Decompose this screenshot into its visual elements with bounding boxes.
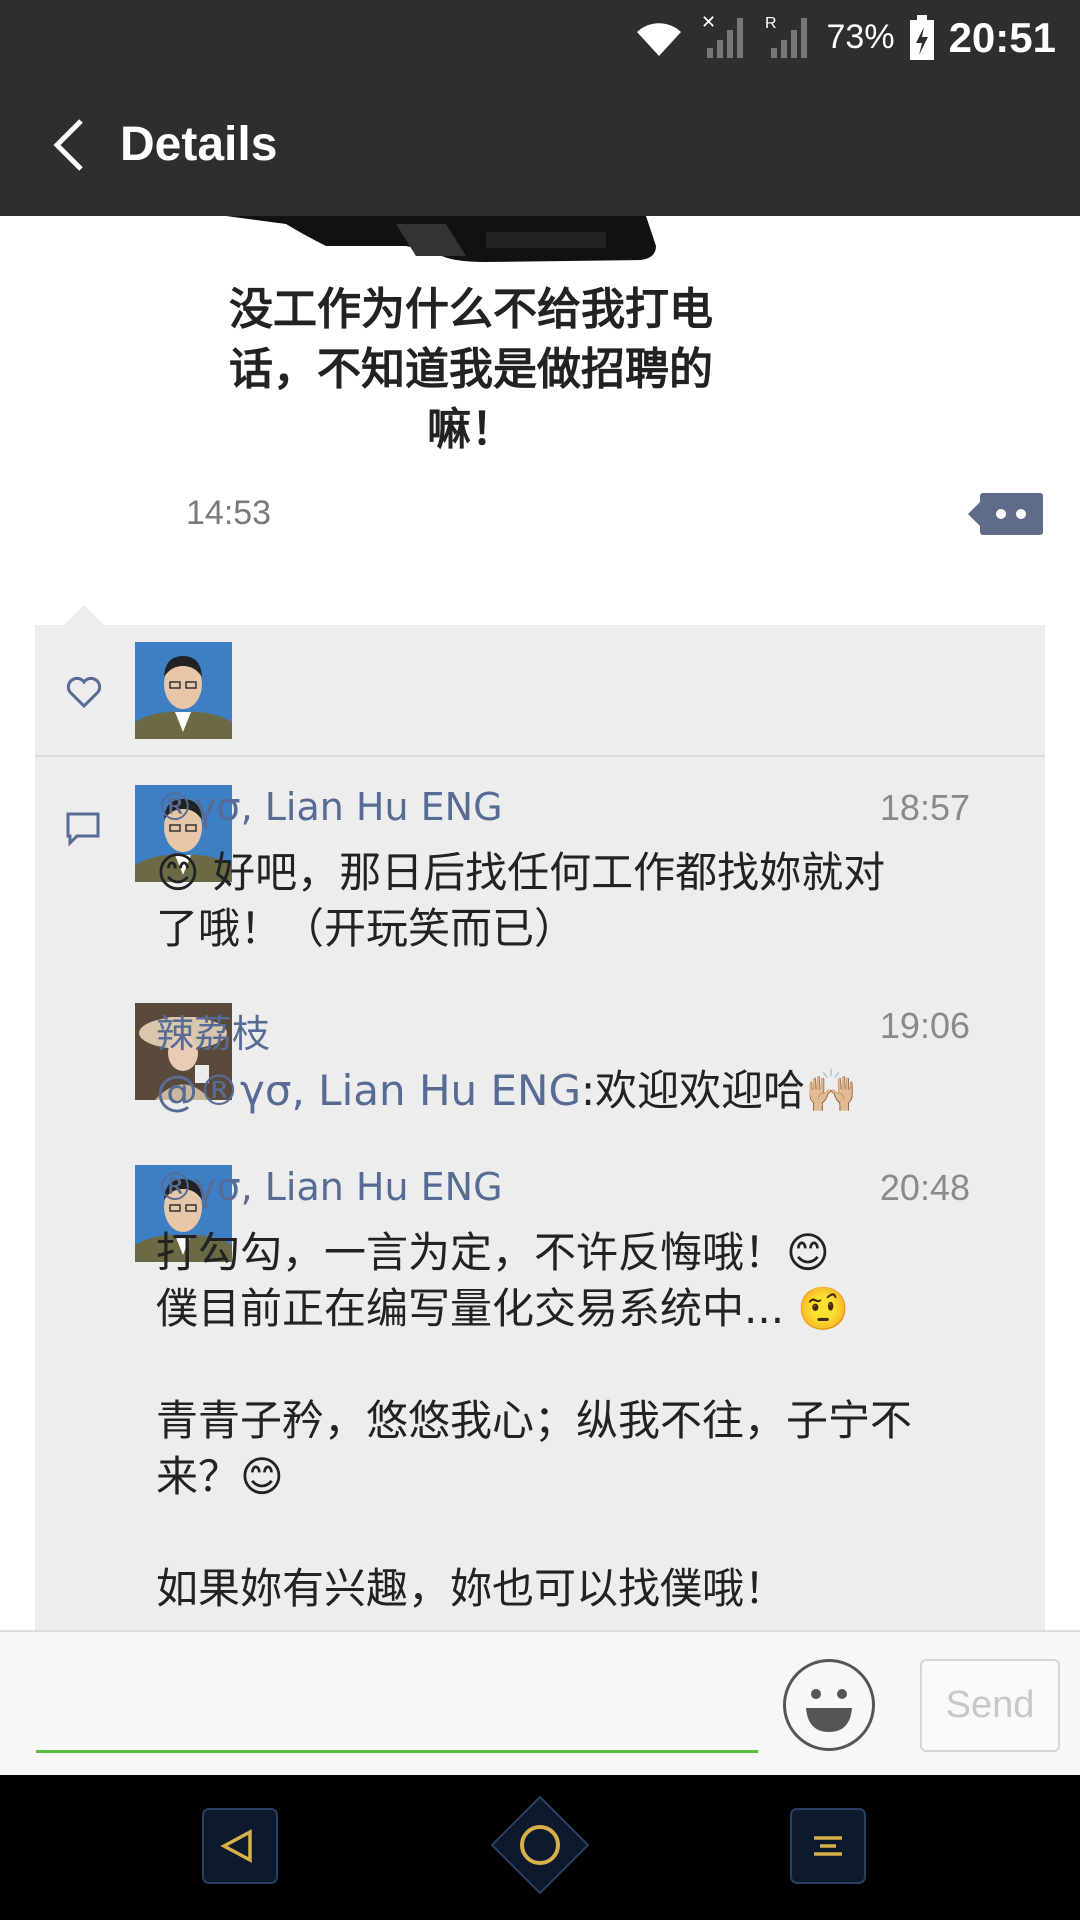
dot-icon — [996, 509, 1006, 519]
back-button[interactable] — [38, 115, 98, 175]
likes-comments-panel: ®γσ, Lian Hu ENG 18:57 😊 好吧，那日后找任何工作都找妳就… — [35, 625, 1045, 1630]
home-circle-icon — [490, 1795, 590, 1895]
page-title: Details — [120, 118, 278, 171]
back-arrow-icon — [53, 119, 83, 171]
status-time: 20:51 — [948, 13, 1056, 61]
commenter-name[interactable]: ®γσ, Lian Hu ENG — [156, 1165, 503, 1209]
dot-icon — [1016, 509, 1026, 519]
send-button[interactable]: Send — [920, 1659, 1060, 1752]
comment-input-bar: Send — [0, 1630, 1080, 1777]
comment-time: 20:48 — [879, 1167, 970, 1208]
mention-link[interactable]: @®γσ, Lian Hu ENG — [156, 1066, 581, 1115]
more-actions-button[interactable] — [968, 493, 1043, 535]
menu-lines-icon — [790, 1808, 866, 1884]
panel-arrow — [62, 605, 106, 627]
comment-text: @®γσ, Lian Hu ENG:欢迎欢迎哈🙌🏼 — [156, 1063, 916, 1119]
image-caption: 没工作为什么不给我打电话，不知道我是做招聘的嘛！ — [229, 284, 713, 455]
comment-body: :欢迎欢迎哈🙌🏼 — [581, 1066, 858, 1115]
commenter-name[interactable]: ®γσ, Lian Hu ENG — [156, 785, 503, 829]
triangle-back-icon — [202, 1808, 278, 1884]
battery-charging-icon — [909, 14, 934, 60]
status-bar: ✕ R 73% 20:51 — [0, 0, 1080, 75]
wifi-icon — [636, 22, 681, 56]
svg-text:✕: ✕ — [701, 12, 716, 32]
comment-time: 18:57 — [879, 787, 970, 828]
heart-icon — [66, 676, 102, 709]
status-icons: ✕ R 73% 20:51 — [633, 10, 1056, 65]
comment-text: 打勾勾，一言为定，不许反悔哦！😊 僕目前正在编写量化交易系统中... 🤨 青青子… — [156, 1228, 913, 1613]
app-bar: Details — [0, 75, 1080, 216]
commenter-name[interactable]: 辣荔枝 — [156, 1003, 270, 1058]
nav-menu-button[interactable] — [790, 1808, 866, 1888]
input-underline — [36, 1750, 758, 1753]
post-image[interactable]: 没工作为什么不给我打电话，不知道我是做招聘的嘛！ — [186, 216, 756, 456]
navigation-bar — [0, 1775, 1080, 1920]
comment-text: 😊 好吧，那日后找任何工作都找妳就对了哦！（开玩笑而已） — [156, 848, 886, 953]
smiley-icon — [806, 1689, 852, 1732]
nav-home-button[interactable] — [490, 1795, 590, 1899]
comment-item[interactable]: ®γσ, Lian Hu ENG 20:48 打勾勾，一言为定，不许反悔哦！😊 … — [156, 1165, 1026, 1625]
nav-back-button[interactable] — [202, 1808, 278, 1888]
comment-item[interactable]: 辣荔枝 19:06 @®γσ, Lian Hu ENG:欢迎欢迎哈🙌🏼 — [156, 1003, 1026, 1123]
battery-percent: 73% — [826, 18, 895, 56]
comment-input[interactable] — [36, 1672, 762, 1750]
comment-item[interactable]: ®γσ, Lian Hu ENG 18:57 😊 好吧，那日后找任何工作都找妳就… — [156, 785, 1026, 953]
liker-avatar[interactable] — [135, 642, 232, 739]
image-graphic — [186, 216, 656, 262]
comment-time: 19:06 — [879, 1005, 970, 1046]
post-time: 14:53 — [186, 494, 272, 532]
emoji-button[interactable] — [783, 1659, 875, 1751]
comment-icon — [66, 812, 100, 846]
signal-roaming-icon: R — [763, 15, 813, 60]
likes-row — [35, 625, 1045, 757]
svg-text:R: R — [765, 15, 777, 32]
signal-x-icon: ✕ — [699, 12, 749, 60]
